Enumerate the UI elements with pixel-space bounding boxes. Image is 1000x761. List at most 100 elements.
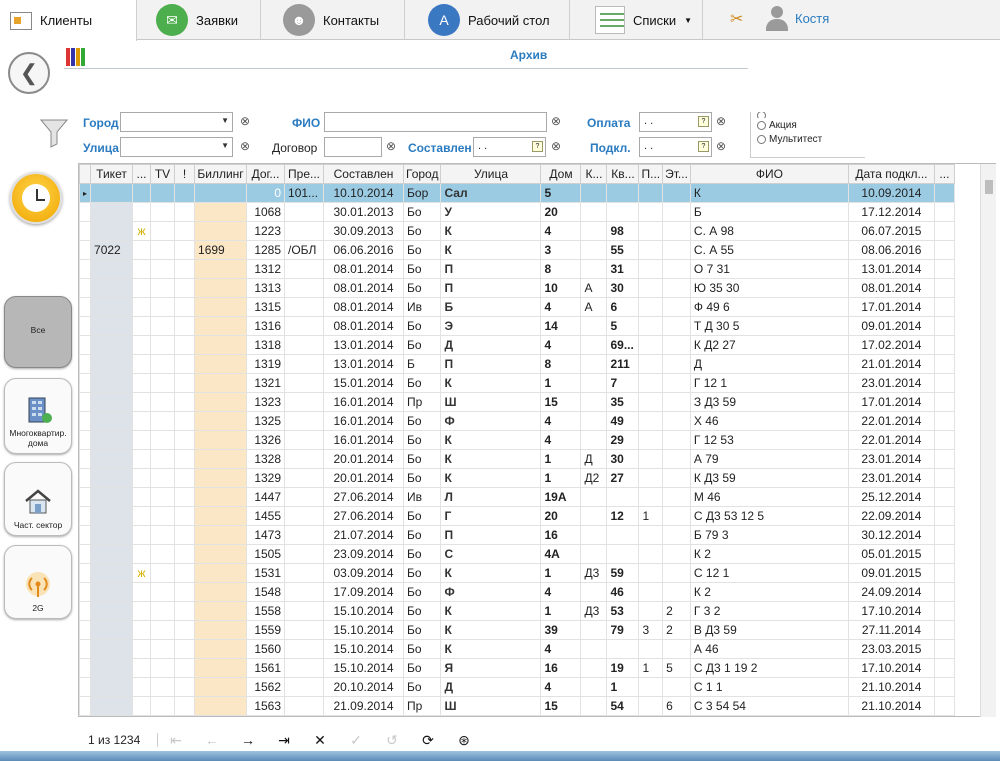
tools-icon[interactable]: ✂ <box>730 9 743 29</box>
header-korpus[interactable]: К... <box>580 164 608 184</box>
calendar-icon[interactable]: ? <box>532 141 543 152</box>
table-row[interactable]: 1326 16.01.2014 Бо К 4 29 Г 12 53 22.01.2014 <box>79 430 955 450</box>
header-tv[interactable]: TV <box>150 164 176 184</box>
table-row[interactable]: 1313 08.01.2014 Бо П 10 А 30 Ю 35 30 08.01.2014 <box>79 278 955 298</box>
table-row[interactable]: 1318 13.01.2014 Бо Д 4 69... К Д2 27 17.02.2014 <box>79 335 955 355</box>
table-row[interactable]: 1325 16.01.2014 Бо Ф 4 49 Х 46 22.01.2014 <box>79 411 955 431</box>
refresh-icon[interactable]: ⟳ <box>410 732 446 749</box>
table-row[interactable]: 1315 08.01.2014 Ив Б 4 А 6 Ф 49 6 17.01.2014 <box>79 297 955 317</box>
table-row[interactable]: ж 1223 30.09.2013 Бо К 4 98 С. А 98 06.07.2015 <box>79 221 955 241</box>
undo-icon[interactable]: ↺ <box>374 732 410 749</box>
cell-billing <box>194 601 248 621</box>
header-street[interactable]: Улица <box>440 164 542 184</box>
table-row[interactable]: 1560 15.10.2014 Бо К 4 А 46 23.03.2015 <box>79 639 955 659</box>
header-flat[interactable]: Кв... <box>606 164 640 184</box>
cell-house: 5 <box>540 183 582 203</box>
filter-2g-button[interactable]: 2G <box>4 545 72 619</box>
table-row[interactable]: 1559 15.10.2014 Бо К 39 79 3 2 В Д3 59 27.11.2014 <box>79 620 955 640</box>
clear-composed-icon[interactable]: ⊗ <box>551 139 561 153</box>
header-more[interactable]: ... <box>933 164 955 184</box>
street-select[interactable] <box>120 137 233 157</box>
calendar-icon[interactable]: ? <box>698 141 709 152</box>
table-row[interactable]: 1329 20.01.2014 Бо К 1 Д2 27 К Д3 59 23.01.2014 <box>79 468 955 488</box>
filter-multi-button[interactable]: Многоквартир. дома <box>4 378 72 454</box>
delete-record-icon[interactable]: ✕ <box>302 732 338 749</box>
header-house[interactable]: Дом <box>540 164 582 184</box>
table-row[interactable]: 1321 15.01.2014 Бо К 1 7 Г 12 1 23.01.2014 <box>79 373 955 393</box>
table-row[interactable]: ж 1531 03.09.2014 Бо К 1 Д3 59 С 12 1 09.01.2015 <box>79 563 955 583</box>
tab-lists[interactable]: Списки ▼ <box>585 0 703 40</box>
tab-contacts[interactable]: ☻ Контакты <box>273 0 405 40</box>
clear-contract-icon[interactable]: ⊗ <box>386 139 396 153</box>
clock-icon[interactable] <box>10 172 62 224</box>
radio-promo[interactable]: Акция <box>757 118 865 132</box>
table-row[interactable]: 1316 08.01.2014 Бо Э 14 5 Т Д 30 5 09.01.2014 <box>79 316 955 336</box>
table-row[interactable]: 1505 23.09.2014 Бо С 4А К 2 05.01.2015 <box>79 544 955 564</box>
header-fio[interactable]: ФИО <box>689 164 849 184</box>
header-billing[interactable]: Биллинг <box>194 164 248 184</box>
header-entrance[interactable]: П... <box>638 164 664 184</box>
cell-billing <box>194 259 248 279</box>
row-indicator <box>79 582 92 602</box>
table-row[interactable]: 1068 30.01.2013 Бо У 20 Б 17.12.2014 <box>79 202 955 222</box>
header-ticket[interactable]: Тикет <box>90 164 134 184</box>
composed-date-input[interactable]: . . ? <box>473 137 546 157</box>
fio-input[interactable] <box>324 112 547 132</box>
back-button[interactable]: ❮ <box>8 52 50 94</box>
header-extra[interactable]: ... <box>132 164 152 184</box>
table-row[interactable]: 1455 27.06.2014 Бо Г 20 12 1 С Д3 53 12 5 22.09.… <box>79 506 955 526</box>
calendar-icon[interactable]: ? <box>698 116 709 127</box>
cell-floor <box>662 677 691 697</box>
header-contract[interactable]: Дог... <box>246 164 286 184</box>
table-row[interactable]: 1562 20.10.2014 Бо Д 4 1 С 1 1 21.10.2014 <box>79 677 955 697</box>
filter-private-button[interactable]: Част. сектор <box>4 462 72 536</box>
table-row[interactable]: 1561 15.10.2014 Бо Я 16 19 1 5 С Д3 1 19 2 17.10.… <box>79 658 955 678</box>
header-pre[interactable]: Пре... <box>284 164 325 184</box>
table-row[interactable]: 1563 21.09.2014 Пр Ш 15 54 6 С 3 54 54 21.10.201… <box>79 696 955 716</box>
tab-requests[interactable]: ✉ Заявки <box>146 0 261 40</box>
table-row[interactable]: 1558 15.10.2014 Бо К 1 Д3 53 2 Г 3 2 17.10.2014 <box>79 601 955 621</box>
header-connect-date[interactable]: Дата подкл... <box>847 164 935 184</box>
vertical-scrollbar[interactable] <box>980 164 996 717</box>
filter-rows-icon[interactable]: ⊛ <box>446 732 482 749</box>
table-row[interactable]: 1328 20.01.2014 Бо К 1 Д 30 А 79 23.01.2014 <box>79 449 955 469</box>
prev-record-icon[interactable]: ← <box>194 732 230 748</box>
header-city[interactable]: Город <box>403 164 442 184</box>
table-row[interactable]: 7022 1699 1285/ОБЛ 06.06.2016 Бо К 3 55 С. А 55 0… <box>79 240 955 260</box>
tab-desktop[interactable]: A Рабочий стол <box>418 0 570 40</box>
table-row[interactable]: 1473 21.07.2014 Бо П 16 Б 79 3 30.12.2014 <box>79 525 955 545</box>
cell-contract: 1313 <box>246 278 286 298</box>
clear-fio-icon[interactable]: ⊗ <box>551 114 561 128</box>
contract-input[interactable] <box>324 137 382 157</box>
tab-clients[interactable]: Клиенты <box>0 0 137 41</box>
clear-payment-icon[interactable]: ⊗ <box>716 114 726 128</box>
cell-more <box>933 696 955 716</box>
cell-tv <box>150 601 176 621</box>
cell-street: К <box>440 563 542 583</box>
cell-alert <box>174 392 196 412</box>
cell-city: Бо <box>403 563 442 583</box>
cell-fio: С Д3 53 12 5 <box>689 506 849 526</box>
table-row[interactable]: 1312 08.01.2014 Бо П 8 31 О 7 31 13.01.2014 <box>79 259 955 279</box>
clear-connect-icon[interactable]: ⊗ <box>716 139 726 153</box>
filter-all-button[interactable]: Все <box>4 296 72 368</box>
payment-date-input[interactable]: . . ? <box>639 112 712 132</box>
table-row[interactable]: 1319 13.01.2014 Б П 8 211 Д 21.01.2014 <box>79 354 955 374</box>
city-select[interactable] <box>120 112 233 132</box>
apply-icon[interactable]: ✓ <box>338 732 374 749</box>
user-name-link[interactable]: Костя <box>795 11 829 26</box>
next-record-icon[interactable]: → <box>230 732 266 748</box>
first-record-icon[interactable]: ⇤ <box>158 732 194 749</box>
header-floor[interactable]: Эт... <box>662 164 691 184</box>
radio-multitest[interactable]: Мультитест <box>757 132 865 146</box>
clear-city-icon[interactable]: ⊗ <box>240 114 250 128</box>
clear-street-icon[interactable]: ⊗ <box>240 139 250 153</box>
table-row[interactable]: ▸ 0 101... 10.10.2014 Бор Сал 5 К 10.09.2014 <box>79 183 955 203</box>
table-row[interactable]: 1447 27.06.2014 Ив Л 19А М 46 25.12.2014 <box>79 487 955 507</box>
table-row[interactable]: 1323 16.01.2014 Пр Ш 15 35 З Д3 59 17.01.2014 <box>79 392 955 412</box>
connect-date-input[interactable]: . . ? <box>639 137 712 157</box>
header-alert[interactable]: ! <box>174 164 196 184</box>
table-row[interactable]: 1548 17.09.2014 Бо Ф 4 46 К 2 24.09.2014 <box>79 582 955 602</box>
header-composed[interactable]: Составлен <box>323 164 405 184</box>
last-record-icon[interactable]: ⇥ <box>266 732 302 749</box>
